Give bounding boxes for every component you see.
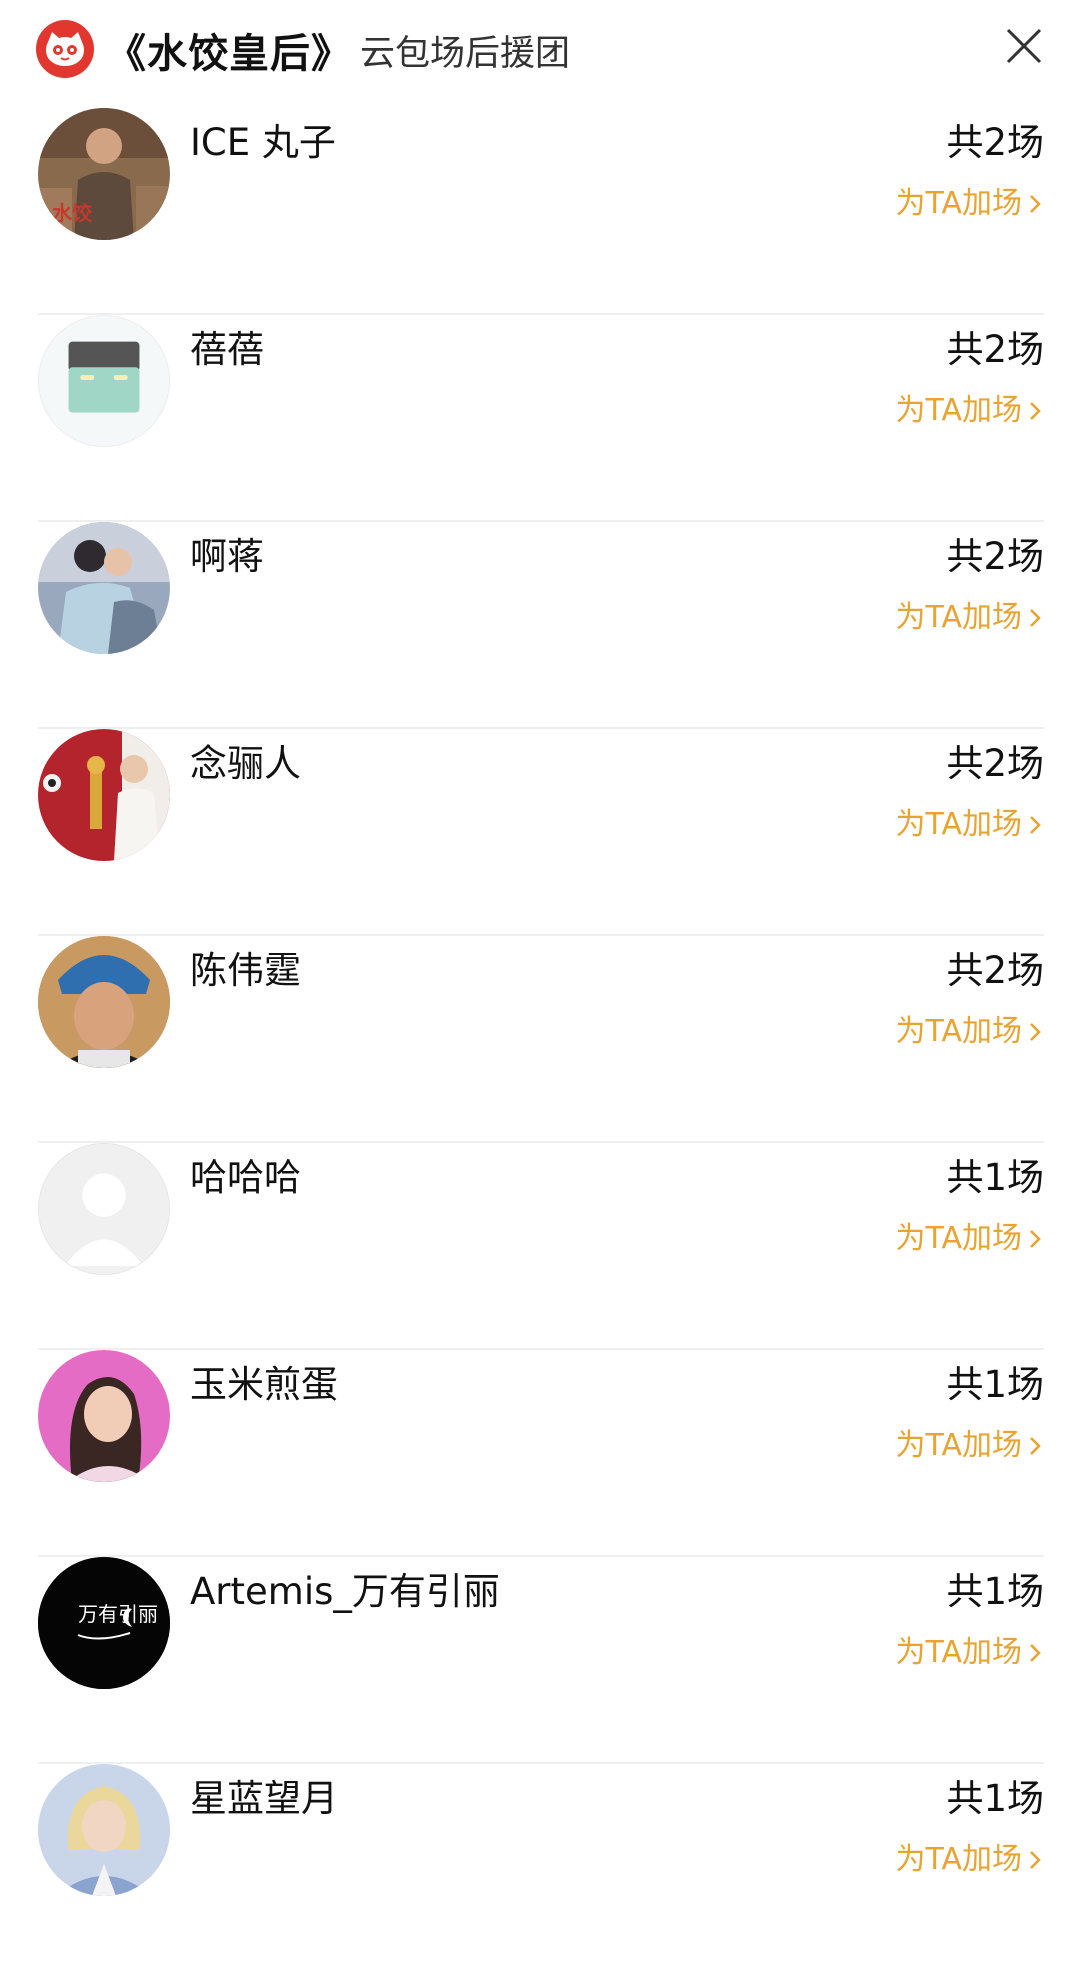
blue-portrait-avatar-icon bbox=[38, 1764, 170, 1896]
avatar bbox=[38, 522, 170, 654]
chevron-right-icon bbox=[1030, 195, 1041, 213]
add-session-label: 为TA加场 bbox=[895, 186, 1022, 221]
add-session-link[interactable]: 为TA加场 bbox=[895, 1633, 1044, 1673]
avatar bbox=[38, 936, 170, 1068]
add-session-link[interactable]: 为TA加场 bbox=[895, 391, 1044, 431]
chevron-right-icon bbox=[1030, 1851, 1041, 1869]
list-item[interactable]: 哈哈哈 共1场 为TA加场 bbox=[38, 1143, 1044, 1350]
movie-title: 《水饺皇后》 bbox=[106, 31, 352, 77]
supporter-name: 星蓝望月 bbox=[190, 1777, 338, 1820]
supporter-name: 念骊人 bbox=[190, 742, 301, 785]
session-count: 共2场 bbox=[946, 742, 1044, 785]
list-item[interactable]: 蓓蓓 共2场 为TA加场 bbox=[38, 315, 1044, 522]
add-session-label: 为TA加场 bbox=[895, 1635, 1022, 1670]
movie-poster-avatar-icon: 水饺 bbox=[38, 108, 170, 240]
add-session-link[interactable]: 为TA加场 bbox=[895, 1012, 1044, 1052]
supporter-name: 陈伟霆 bbox=[190, 949, 301, 992]
add-session-link[interactable]: 为TA加场 bbox=[895, 184, 1044, 224]
supporter-name: 啊蒋 bbox=[190, 535, 264, 578]
add-session-label: 为TA加场 bbox=[895, 600, 1022, 635]
add-session-link[interactable]: 为TA加场 bbox=[895, 1219, 1044, 1259]
default-avatar-icon bbox=[39, 1144, 169, 1274]
add-session-label: 为TA加场 bbox=[895, 807, 1022, 842]
session-count: 共2场 bbox=[946, 328, 1044, 371]
chevron-right-icon bbox=[1030, 1437, 1041, 1455]
avatar: 万有引丽 bbox=[38, 1557, 170, 1689]
photo-avatar-icon bbox=[38, 522, 170, 654]
avatar bbox=[38, 729, 170, 861]
portrait-avatar-icon bbox=[38, 936, 170, 1068]
page-subtitle: 云包场后援团 bbox=[360, 33, 571, 74]
list-item[interactable]: 念骊人 共2场 为TA加场 bbox=[38, 729, 1044, 936]
page-title: 《水饺皇后》 云包场后援团 bbox=[106, 18, 570, 82]
session-count: 共1场 bbox=[946, 1156, 1044, 1199]
add-session-label: 为TA加场 bbox=[895, 1221, 1022, 1256]
cat-logo-icon bbox=[36, 20, 94, 78]
session-count: 共2场 bbox=[946, 949, 1044, 992]
chevron-right-icon bbox=[1030, 1230, 1041, 1248]
supporter-list: 水饺 ICE 丸子 共2场 为TA加场 蓓蓓 共2场 为TA加场 啊蒋 共2场 … bbox=[0, 0, 1080, 1917]
session-count: 共2场 bbox=[946, 535, 1044, 578]
add-session-link[interactable]: 为TA加场 bbox=[895, 1840, 1044, 1880]
session-count: 共1场 bbox=[946, 1777, 1044, 1820]
session-count: 共1场 bbox=[946, 1570, 1044, 1613]
list-item[interactable]: 星蓝望月 共1场 为TA加场 bbox=[38, 1764, 1044, 1971]
avatar bbox=[38, 1143, 170, 1275]
logo-avatar-icon: 万有引丽 bbox=[38, 1557, 170, 1689]
logo-avatar-text: 万有引丽 bbox=[78, 1602, 158, 1626]
avatar bbox=[38, 1764, 170, 1896]
list-item[interactable]: 万有引丽 Artemis_万有引丽 共1场 为TA加场 bbox=[38, 1557, 1044, 1764]
list-item[interactable]: 陈伟霆 共2场 为TA加场 bbox=[38, 936, 1044, 1143]
chevron-right-icon bbox=[1030, 816, 1041, 834]
robot-avatar-icon bbox=[39, 316, 169, 446]
pink-portrait-avatar-icon bbox=[38, 1350, 170, 1482]
supporter-name: 玉米煎蛋 bbox=[190, 1363, 338, 1406]
close-button[interactable] bbox=[1002, 24, 1046, 68]
award-photo-avatar-icon bbox=[38, 729, 170, 861]
list-item[interactable]: 玉米煎蛋 共1场 为TA加场 bbox=[38, 1350, 1044, 1557]
header-bar: 《水饺皇后》 云包场后援团 bbox=[0, 0, 1080, 100]
chevron-right-icon bbox=[1030, 402, 1041, 420]
svg-text:水饺: 水饺 bbox=[52, 201, 93, 225]
supporter-name: ICE 丸子 bbox=[190, 121, 336, 164]
chevron-right-icon bbox=[1030, 1644, 1041, 1662]
avatar: 水饺 bbox=[38, 108, 170, 240]
close-icon[interactable] bbox=[1002, 24, 1046, 68]
add-session-label: 为TA加场 bbox=[895, 1428, 1022, 1463]
chevron-right-icon bbox=[1030, 609, 1041, 627]
chevron-right-icon bbox=[1030, 1023, 1041, 1041]
add-session-link[interactable]: 为TA加场 bbox=[895, 805, 1044, 845]
supporter-name: 蓓蓓 bbox=[190, 328, 264, 371]
add-session-label: 为TA加场 bbox=[895, 1014, 1022, 1049]
avatar bbox=[38, 315, 170, 447]
supporter-name: Artemis_万有引丽 bbox=[190, 1570, 500, 1613]
session-count: 共2场 bbox=[946, 121, 1044, 164]
list-item[interactable]: 水饺 ICE 丸子 共2场 为TA加场 bbox=[38, 108, 1044, 315]
session-count: 共1场 bbox=[946, 1363, 1044, 1406]
add-session-link[interactable]: 为TA加场 bbox=[895, 1426, 1044, 1466]
list-item[interactable]: 啊蒋 共2场 为TA加场 bbox=[38, 522, 1044, 729]
add-session-label: 为TA加场 bbox=[895, 393, 1022, 428]
add-session-link[interactable]: 为TA加场 bbox=[895, 598, 1044, 638]
supporter-name: 哈哈哈 bbox=[190, 1156, 301, 1199]
add-session-label: 为TA加场 bbox=[895, 1842, 1022, 1877]
avatar bbox=[38, 1350, 170, 1482]
